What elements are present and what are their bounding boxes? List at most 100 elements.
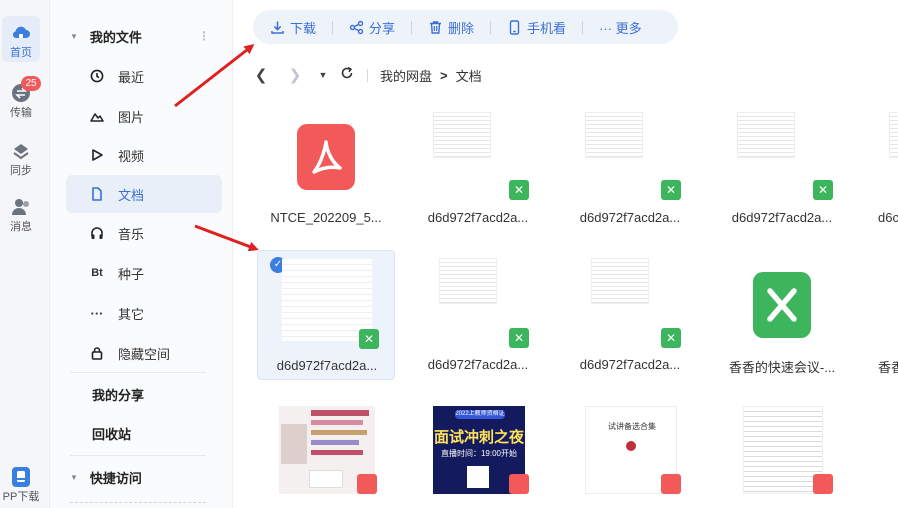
rail-item-home[interactable]: 首页 [2, 16, 40, 62]
rail-item-transfer[interactable]: 25 传输 [0, 76, 42, 122]
sidebar-item-torrents[interactable]: Bt 种子 [66, 254, 222, 292]
sidebar-item-hidden-space[interactable]: 隐藏空间 [66, 334, 222, 372]
cloud-icon [12, 26, 30, 38]
booklet-title: 试讲备选合集 [608, 422, 656, 431]
sidebar-label-images: 图片 [118, 109, 145, 125]
clock-icon [90, 69, 104, 83]
view-on-phone-button[interactable]: 手机看 [507, 17, 566, 37]
toolbar-separator [332, 20, 334, 34]
rail-item-messages[interactable]: 消息 [0, 196, 42, 236]
bt-icon: Bt [91, 267, 103, 279]
toolbar-separator [411, 20, 413, 34]
file-tile[interactable]: NTCE_202209_5... [257, 114, 395, 244]
sidebar-item-documents[interactable]: 文档 [66, 175, 222, 213]
poster-tag: 2022上教师资格证 [455, 410, 505, 419]
file-tile[interactable]: ✕ d6d972f7acd2a... [409, 250, 547, 380]
file-tile[interactable]: ✕ d6d972f7acd2a... [409, 106, 547, 236]
spreadsheet-thumbnail [889, 112, 898, 158]
sidebar-item-music[interactable]: 音乐 [66, 214, 222, 252]
excel-file-icon [753, 272, 811, 338]
toolbar-separator [582, 20, 584, 34]
delete-label: 删除 [448, 20, 475, 36]
excel-badge-icon: ✕ [509, 328, 529, 348]
file-name: 香香的快速会议-... [728, 360, 836, 375]
spreadsheet-thumbnail [585, 112, 643, 158]
file-tile[interactable]: 试讲备选合集 [561, 396, 699, 508]
more-icon: ··· [90, 305, 104, 321]
share-button[interactable]: 分享 [349, 17, 395, 37]
sidebar-item-images[interactable]: 图片 [66, 97, 222, 135]
sidebar-item-others[interactable]: ··· 其它 [66, 294, 222, 332]
file-action-toolbar: 下载 分享 删除 手机看 ··· 更多 [253, 10, 678, 44]
file-name: d6d972f7acd2a... [276, 358, 378, 373]
kebab-icon[interactable]: ⋮ [198, 29, 210, 43]
quick-access-header[interactable]: ▼ 快捷访问 [70, 467, 142, 487]
file-tile[interactable]: ✕ d6d972f7acd2a... [561, 250, 699, 380]
file-tile[interactable]: ✕ d6d972f7acd2a... [713, 106, 851, 236]
sidebar-label-videos: 视频 [118, 148, 145, 164]
trash-icon [430, 20, 442, 34]
file-name: d6d972f7acd2a... [579, 210, 681, 225]
sidebar-label-recent: 最近 [118, 69, 145, 85]
file-name: NTCE_202209_5... [270, 210, 382, 225]
headphones-icon [90, 226, 104, 240]
more-actions-label: ··· 更多 [599, 20, 642, 36]
back-arrow-icon[interactable]: ❮ [253, 66, 269, 84]
file-tile[interactable]: 2022上教师资格证 面试冲刺之夜 直播时间：19:00开始 [409, 396, 547, 508]
view-on-phone-label: 手机看 [527, 20, 567, 36]
collapse-triangle-icon: ▼ [70, 31, 78, 41]
sidebar-label-documents: 文档 [118, 187, 145, 203]
rail-item-sync[interactable]: 同步 [0, 140, 42, 180]
drop-zone-border [70, 502, 206, 503]
file-tile[interactable] [713, 396, 851, 508]
phone-icon [509, 19, 520, 35]
play-icon [90, 148, 104, 162]
quick-access-label: 快捷访问 [89, 470, 142, 486]
rail-item-app-download[interactable]: PP下载 [0, 466, 42, 508]
more-actions-button[interactable]: ··· 更多 [599, 17, 642, 37]
rail-label-sync: 同步 [10, 165, 32, 177]
file-tile[interactable] [257, 396, 395, 508]
breadcrumb-bar: ❮ ❯ ▼ 我的网盘 > 文档 [253, 63, 482, 87]
file-tile[interactable]: 香香的快速会议-... [713, 250, 851, 380]
pdf-thumbnail-text [743, 406, 823, 494]
sidebar-label-others: 其它 [118, 306, 145, 322]
sidebar-label-torrents: 种子 [118, 266, 145, 282]
download-button[interactable]: 下载 [270, 17, 316, 37]
download-label: 下载 [290, 20, 317, 36]
file-tile[interactable]: ✕ d6d972f7acd2a... [561, 106, 699, 236]
breadcrumb-root[interactable]: 我的网盘 [380, 66, 432, 85]
excel-badge-icon: ✕ [813, 180, 833, 200]
phone-download-icon [12, 467, 30, 487]
refresh-icon[interactable] [339, 66, 355, 84]
transfer-count-badge: 25 [21, 76, 41, 91]
document-icon [90, 187, 104, 201]
spreadsheet-thumbnail [591, 258, 649, 304]
sidebar-label-music: 音乐 [118, 226, 145, 242]
sidebar-item-recycle-bin[interactable]: 回收站 [92, 424, 131, 443]
excel-badge-icon: ✕ [359, 329, 379, 349]
file-tile-partial[interactable]: d6c [865, 106, 898, 236]
excel-badge-icon: ✕ [661, 328, 681, 348]
file-name: d6d972f7acd2a... [427, 210, 529, 225]
pdf-badge-icon [661, 474, 681, 494]
sidebar-item-recent[interactable]: 最近 [66, 57, 222, 95]
spreadsheet-thumbnail [737, 112, 795, 158]
my-files-header[interactable]: ▼ 我的文件 ⋮ [70, 26, 220, 46]
sidebar-item-videos[interactable]: 视频 [66, 136, 222, 174]
mountain-icon [90, 109, 104, 123]
sidebar-item-my-share[interactable]: 我的分享 [92, 385, 144, 404]
app-rail: 首页 25 传输 同步 消息 PP下载 [0, 0, 50, 508]
toolbar-separator [490, 20, 492, 34]
delete-button[interactable]: 删除 [428, 17, 474, 37]
share-label: 分享 [369, 20, 396, 36]
file-tile-selected[interactable]: ✓ ✕ d6d972f7acd2a... [257, 250, 395, 380]
sidebar-label-hidden-space: 隐藏空间 [118, 346, 171, 362]
lock-icon [90, 346, 104, 360]
breadcrumb-current: 文档 [455, 68, 482, 84]
history-dropdown-icon[interactable]: ▼ [315, 70, 331, 80]
share-icon [349, 20, 364, 34]
forward-arrow-icon[interactable]: ❯ [287, 66, 303, 84]
rail-label-app-download: PP下载 [2, 491, 40, 503]
file-tile-partial[interactable]: 香香 [865, 250, 898, 380]
